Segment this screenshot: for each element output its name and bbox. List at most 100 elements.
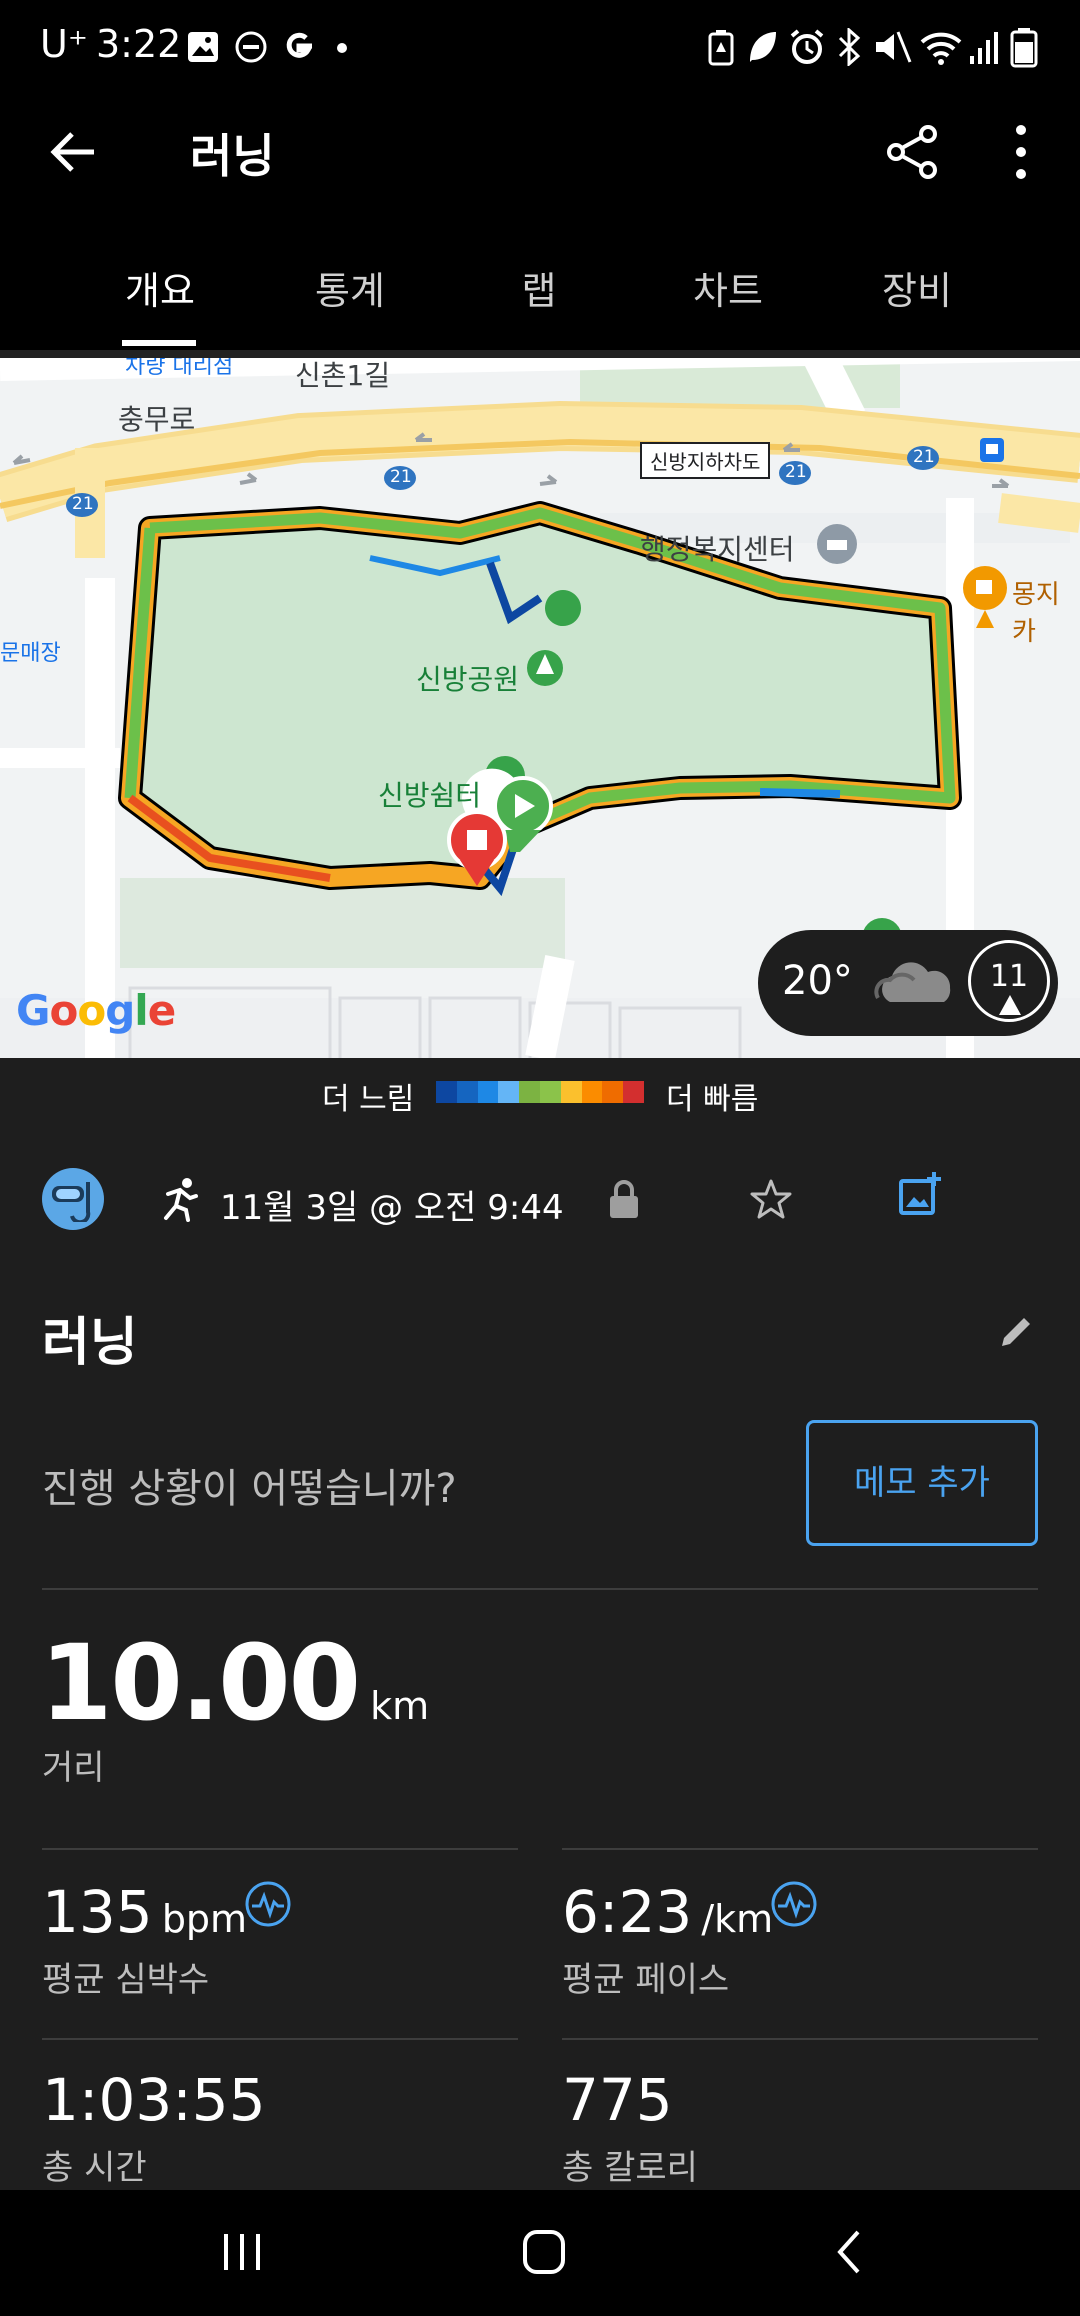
map-label-street: 신촌1길 xyxy=(295,359,391,392)
route-shield-1: 21 xyxy=(72,494,94,514)
lock-icon[interactable] xyxy=(608,1178,640,1220)
wind-direction-icon xyxy=(999,995,1021,1015)
avatar[interactable] xyxy=(42,1168,104,1230)
heart-rate-info-icon[interactable] xyxy=(244,1880,292,1928)
legend-swatch-6 xyxy=(560,1081,582,1103)
battery-icon xyxy=(1010,28,1038,68)
map-label-road: 충무로 xyxy=(118,403,196,436)
legend-swatch-5 xyxy=(539,1081,561,1103)
clock: 3:22 xyxy=(96,22,182,66)
snorkel-avatar-icon xyxy=(52,1182,91,1222)
wind-speed: 11 xyxy=(989,959,1029,994)
tab-bar: 개요 통계 랩 차트 장비 xyxy=(0,230,1080,350)
tab-gear[interactable]: 장비 xyxy=(822,260,1012,315)
star-icon[interactable] xyxy=(750,1178,792,1220)
activity-date: 11월 3일 @ 오전 9:44 xyxy=(220,1188,564,1228)
avg-pace-label: 평균 페이스 xyxy=(562,1960,730,2000)
total-time-value: 1:03:55 xyxy=(42,2066,266,2134)
distance-value: 10.00 xyxy=(40,1622,361,1744)
legend-swatch-3 xyxy=(498,1081,520,1103)
pace-legend: 더 느림 더 빠름 xyxy=(0,1058,1080,1128)
google-icon xyxy=(286,32,313,58)
active-tab-indicator xyxy=(122,340,196,346)
legend-color-bar xyxy=(436,1081,644,1103)
tab-stats[interactable]: 통계 xyxy=(255,260,445,315)
map-label-top-left: 차량 대리점 xyxy=(125,358,234,379)
tab-overview[interactable]: 개요 xyxy=(65,260,255,315)
route-shield-2: 21 xyxy=(390,467,412,487)
avg-hr-value: 135 xyxy=(42,1878,153,1946)
tab-divider xyxy=(0,350,1080,358)
tab-charts[interactable]: 차트 xyxy=(633,260,823,315)
back-arrow-icon[interactable] xyxy=(46,124,102,180)
legend-slow-label: 더 느림 xyxy=(322,1082,415,1117)
legend-swatch-4 xyxy=(519,1081,540,1103)
pace-info-icon[interactable] xyxy=(770,1880,818,1928)
map-label-cafe: 몽지카 xyxy=(1012,580,1060,647)
divider xyxy=(42,2038,518,2040)
more-options-icon[interactable] xyxy=(1006,122,1036,182)
distance-stat: 10.00 km xyxy=(40,1622,429,1744)
total-time-label: 총 시간 xyxy=(42,2148,147,2188)
map-label-shelter: 신방쉼터 xyxy=(378,779,482,812)
gallery-icon xyxy=(188,32,218,62)
recent-apps-icon[interactable] xyxy=(218,2230,268,2274)
distance-label: 거리 xyxy=(42,1748,105,1788)
progress-prompt: 진행 상황이 어떻습니까? xyxy=(42,1466,457,1512)
mute-icon xyxy=(876,31,912,63)
weather-temperature: 20° xyxy=(782,958,853,1004)
map-label-office: 행정복지센터 xyxy=(640,533,795,566)
activity-details: 11월 3일 @ 오전 9:44 러닝 진행 상황이 어떻습니까? 메모 추가 … xyxy=(0,1128,1080,2190)
avg-pace-stat: 6:23 /km xyxy=(562,1878,773,1946)
legend-swatch-2 xyxy=(477,1081,499,1103)
status-bar: U⁺ 3:22 xyxy=(0,0,1080,96)
add-memo-button[interactable]: 메모 추가 xyxy=(806,1420,1038,1546)
route-shield-4: 21 xyxy=(913,447,935,467)
wind-dial: 11 xyxy=(968,940,1050,1022)
signal-icon xyxy=(970,32,998,64)
tab-laps[interactable]: 랩 xyxy=(444,260,634,315)
page-title: 러닝 xyxy=(190,129,275,183)
avg-hr-unit: bpm xyxy=(161,1897,248,1941)
share-icon[interactable] xyxy=(884,124,940,180)
home-icon[interactable] xyxy=(522,2228,568,2276)
cloudy-icon xyxy=(874,962,951,1002)
avg-pace-unit: /km xyxy=(701,1897,774,1941)
battery-saver-icon xyxy=(708,30,734,66)
divider xyxy=(42,1848,518,1850)
leaf-icon xyxy=(750,32,776,62)
activity-name: 러닝 xyxy=(42,1313,138,1373)
legend-swatch-0 xyxy=(436,1081,457,1103)
calories-label: 총 칼로리 xyxy=(562,2148,698,2188)
divider xyxy=(562,1848,1038,1850)
edit-pencil-icon[interactable] xyxy=(998,1312,1036,1350)
avg-pace-value: 6:23 xyxy=(562,1878,693,1946)
google-logo: Google xyxy=(16,986,176,1035)
back-nav-icon[interactable] xyxy=(832,2228,868,2276)
legend-swatch-1 xyxy=(456,1081,478,1103)
route-shield-3: 21 xyxy=(785,462,807,482)
legend-fast-label: 더 빠름 xyxy=(666,1082,759,1117)
add-memo-label: 메모 추가 xyxy=(854,1463,990,1503)
system-nav-bar xyxy=(0,2190,1080,2316)
divider xyxy=(562,2038,1038,2040)
running-icon xyxy=(164,1178,198,1222)
avg-hr-label: 평균 심박수 xyxy=(42,1960,210,2000)
map-label-park: 신방공원 xyxy=(416,663,520,696)
legend-swatch-8 xyxy=(602,1081,624,1103)
do-not-disturb-icon xyxy=(235,31,267,63)
route-map[interactable]: 차량 대리점 신촌1길 충무로 신방지하차도 21 21 21 21 행정복지센… xyxy=(0,358,1080,1058)
distance-unit: km xyxy=(370,1684,430,1728)
divider xyxy=(42,1588,1038,1590)
map-label-underpass: 신방지하차도 xyxy=(640,442,771,479)
map-label-shop: 문매장 xyxy=(0,641,61,666)
notification-dot-icon xyxy=(337,43,347,53)
add-photo-icon[interactable] xyxy=(898,1172,942,1218)
legend-swatch-9 xyxy=(623,1081,644,1103)
weather-widget: 20° 11 xyxy=(758,930,1058,1036)
calories-value: 775 xyxy=(562,2066,673,2134)
bluetooth-icon xyxy=(838,28,861,66)
wifi-icon xyxy=(920,32,962,65)
legend-swatch-7 xyxy=(581,1081,603,1103)
avg-heart-rate-stat: 135 bpm xyxy=(42,1878,247,1946)
